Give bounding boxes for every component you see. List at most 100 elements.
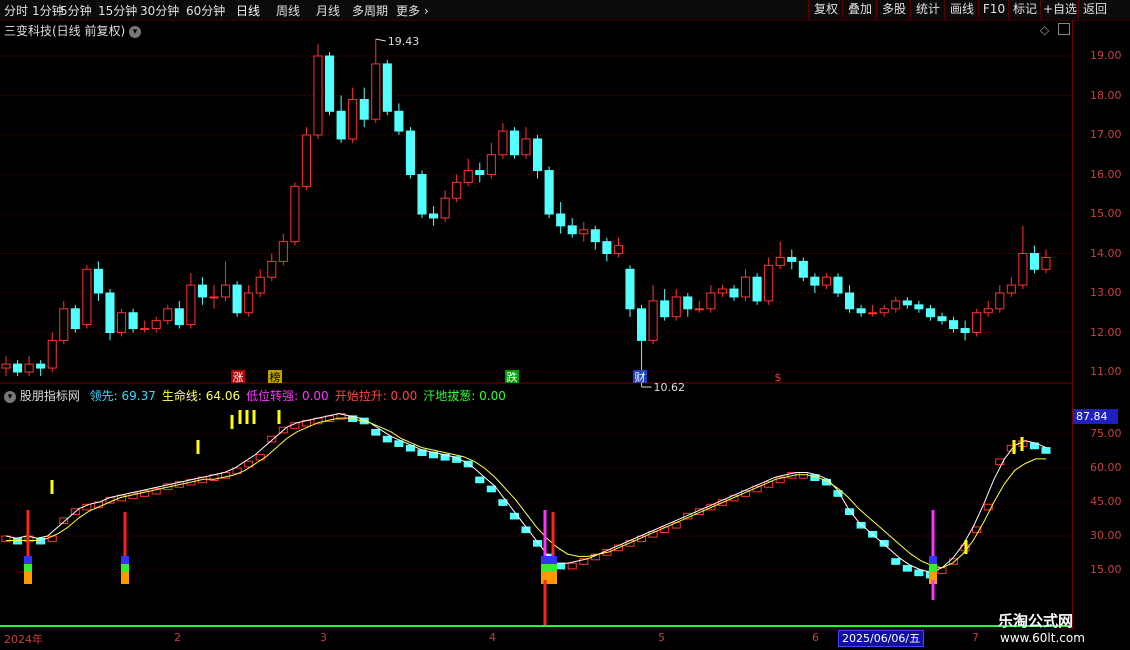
candle-body (821, 276, 831, 286)
candle-body (960, 328, 970, 333)
indicator-bar (394, 440, 404, 447)
indicator-current-value: 87.84 (1073, 409, 1118, 424)
candle-body (186, 284, 196, 326)
period-tab-9[interactable]: 多周期 (352, 2, 388, 19)
indicator-bar (371, 428, 381, 436)
event-flag-0[interactable]: 涨 (233, 371, 244, 384)
candle-body (983, 308, 993, 314)
candle-body (625, 268, 635, 310)
time-tick: 2024年 (4, 633, 43, 646)
candle-body (348, 98, 358, 140)
time-tick: 7 (972, 631, 979, 644)
toolbar-action-5[interactable]: F10 (978, 0, 1009, 19)
price-tick: 13.00 (1090, 286, 1122, 299)
period-tab-0[interactable]: 分时 (4, 2, 28, 19)
toolbar-action-7[interactable]: +自选 (1040, 0, 1079, 19)
event-flag-4[interactable]: $ (775, 371, 782, 384)
candle-body (359, 98, 369, 120)
candle-body (13, 363, 23, 373)
indicator-tick: 75.00 (1090, 427, 1122, 440)
candle-body (475, 170, 485, 176)
candle-body (463, 170, 473, 183)
candle-body (521, 138, 531, 156)
price-tick: 15.00 (1090, 207, 1122, 220)
candle-body (24, 363, 34, 373)
toolbar-action-0[interactable]: 复权 (808, 0, 843, 19)
price-tick: 17.00 (1090, 128, 1122, 141)
indicator-bar (267, 435, 277, 443)
candle-body (856, 308, 866, 314)
period-tab-10[interactable]: 更多 › (396, 2, 429, 19)
event-flag-1[interactable]: 榜 (270, 370, 281, 384)
candle-body (741, 276, 751, 298)
y-axis-divider (1072, 20, 1073, 630)
candle-body (717, 288, 727, 294)
toolbar-action-3[interactable]: 统计 (910, 0, 945, 19)
candle-body (879, 308, 889, 314)
candle-body (833, 276, 843, 294)
candle-body (371, 63, 381, 120)
period-tab-3[interactable]: 15分钟 (98, 2, 137, 19)
period-tab-1[interactable]: 1分钟 (32, 2, 64, 19)
toolbar-action-8[interactable]: 返回 (1078, 0, 1111, 19)
time-tick: 6 (812, 631, 819, 644)
period-tab-8[interactable]: 月线 (316, 2, 340, 19)
signal-block (541, 556, 549, 564)
candle-body (1, 363, 11, 369)
candle-body (556, 213, 566, 227)
candle-body (567, 225, 577, 235)
period-tab-2[interactable]: 5分钟 (60, 2, 92, 19)
candle-body (429, 213, 439, 219)
candle-body (613, 245, 623, 255)
period-tab-7[interactable]: 周线 (276, 2, 300, 19)
candle-body (313, 55, 323, 136)
candle-body (394, 110, 404, 132)
candle-body (902, 300, 912, 306)
price-tick: 19.00 (1090, 49, 1122, 62)
event-flag-3[interactable]: 财 (635, 370, 646, 384)
indicator-bar (47, 535, 57, 543)
candle-body (486, 154, 496, 175)
period-tab-5[interactable]: 60分钟 (186, 2, 225, 19)
toolbar-action-6[interactable]: 标记 (1008, 0, 1041, 19)
candle-body (301, 134, 311, 187)
candle-body (498, 130, 508, 156)
candle-body (694, 308, 704, 311)
indicator-tick: 60.00 (1090, 461, 1122, 474)
price-tick: 11.00 (1090, 365, 1122, 378)
price-tick: 16.00 (1090, 167, 1122, 181)
candle-body (1029, 253, 1039, 270)
signal-block (929, 556, 937, 564)
candle-body (405, 130, 415, 176)
cursor-date-label: 2025/06/06/五 (838, 630, 925, 647)
indicator-bar (891, 558, 901, 565)
event-flag-2[interactable]: 跌 (507, 370, 518, 384)
candle-body (209, 296, 219, 299)
candle-body (949, 320, 959, 330)
candle-body (706, 292, 716, 310)
indicator-tick: 30.00 (1090, 529, 1122, 542)
signal-block (549, 572, 557, 584)
candle-body (683, 296, 693, 310)
candle-body (648, 300, 658, 341)
candle-body (232, 284, 242, 314)
watermark-title: 乐淘公式网 (998, 612, 1074, 630)
indicator-bar (521, 526, 531, 534)
candle-body (440, 197, 450, 219)
period-toolbar: 分时 1分钟 5分钟 15分钟 30分钟 60分钟 日线 周线 月线 多周期 更多 › 复权 叠加 多股统… (0, 0, 1130, 21)
candle-body (925, 308, 935, 318)
indicator-tick: 45.00 (1090, 495, 1122, 508)
indicator-bar (382, 435, 392, 443)
candle-body (174, 308, 184, 326)
candle-body (1006, 284, 1016, 294)
candle-body (267, 260, 277, 278)
period-tab-6[interactable]: 日线 (236, 2, 260, 19)
low-price-label: 10.62 (654, 381, 686, 394)
toolbar-action-4[interactable]: 画线 (944, 0, 979, 19)
price-tick: 18.00 (1090, 88, 1122, 102)
candle-body (729, 288, 739, 298)
toolbar-action-2[interactable]: 多股 (876, 0, 911, 19)
period-tab-4[interactable]: 30分钟 (140, 2, 179, 19)
toolbar-action-1[interactable]: 叠加 (842, 0, 877, 19)
candle-body (59, 308, 69, 341)
